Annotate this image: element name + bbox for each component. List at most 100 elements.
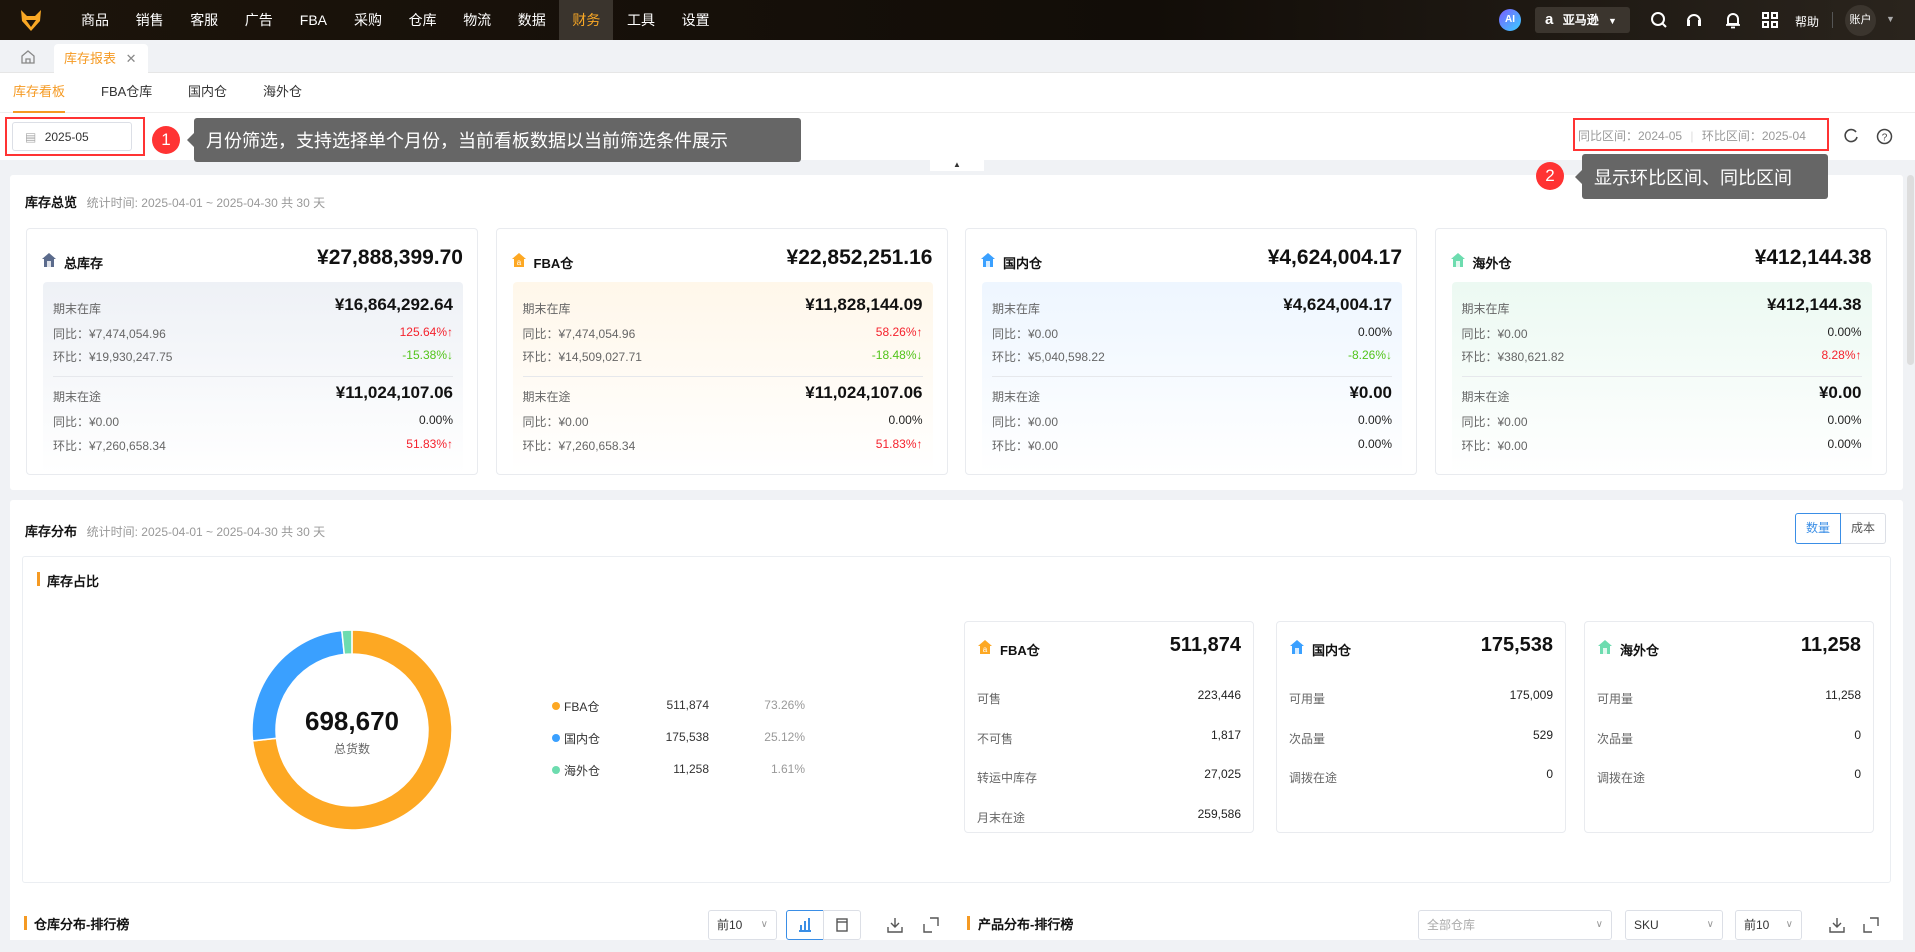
metric-value: 259,586 (1197, 806, 1241, 821)
warehouse-icon (1597, 639, 1613, 658)
month-picker[interactable]: ▤ 2025-05 (12, 122, 132, 151)
compare-pct: 125.64%↑ (399, 325, 453, 339)
nav-item[interactable]: 财务 (559, 0, 614, 40)
month-value: 2025-05 (44, 130, 89, 144)
home-icon[interactable] (20, 49, 36, 65)
divider (53, 376, 453, 377)
card-detail: 期末在库 ¥16,864,292.64 同比：¥7,474,054.96 125.64… (43, 282, 463, 474)
accent-bar (967, 916, 970, 930)
product-rank-title: 产品分布-排行榜 (978, 917, 1074, 932)
stock-value: ¥412,144.38 (1766, 295, 1862, 314)
metric-label: 月末在途 (977, 810, 1026, 825)
tooltip-text: 月份筛选，支持选择单个月份，当前看板数据以当前筛选条件展示 (206, 131, 728, 151)
nav-item[interactable]: 广告 (232, 0, 286, 40)
nav-item[interactable]: 商品 (68, 0, 122, 40)
dimension-select[interactable]: SKU ∨ (1625, 910, 1723, 940)
nav-item[interactable]: 采购 (341, 0, 395, 40)
compare-label: 环比：¥380,621.82 (1461, 350, 1565, 364)
compare-pct: 0.00% (418, 413, 453, 427)
legend-name: 国内仓 (564, 732, 601, 746)
refresh-icon[interactable] (1843, 128, 1859, 144)
legend-item[interactable]: 海外仓 11,258 1.61% (552, 762, 822, 780)
distribution-card: a FBA仓 511,874 可售 223,446 不可售 1,817 转运中库存 27,025… (964, 621, 1254, 833)
metric-value: 1,817 (1210, 727, 1241, 742)
metric-toggle: 数量 成本 (1795, 513, 1886, 544)
app-logo[interactable] (18, 7, 44, 33)
sub-tabs: 库存看板 FBA仓库 国内仓 海外仓 (0, 73, 1915, 113)
toggle-quantity[interactable]: 数量 (1795, 513, 1841, 544)
subtab-domestic[interactable]: 国内仓 (188, 73, 227, 111)
select-value: 前10 (1744, 918, 1770, 932)
card-total: ¥22,852,251.16 (786, 246, 933, 269)
bar-chart-view-button[interactable] (786, 910, 824, 940)
subtab-overseas[interactable]: 海外仓 (263, 73, 302, 111)
card-detail: 期末在库 ¥4,624,004.17 同比：¥0.00 0.00% 环比：¥5,040,… (982, 282, 1402, 474)
warehouse-filter-select[interactable]: 全部仓库 ∨ (1418, 910, 1612, 940)
metric-label: 可用量 (1597, 692, 1634, 706)
select-value: SKU (1634, 918, 1659, 932)
nav-item[interactable]: 仓库 (396, 0, 450, 40)
card-detail: 期末在库 ¥412,144.38 同比：¥0.00 0.00% 环比：¥380,621.… (1451, 282, 1872, 474)
download-icon[interactable] (886, 916, 904, 934)
legend-item[interactable]: FBA仓 511,874 73.26% (552, 698, 822, 716)
metric-value: 529 (1532, 727, 1553, 742)
stock-value: ¥11,828,144.09 (805, 295, 923, 314)
overview-card: a FBA仓 ¥22,852,251.16 期末在库 ¥11,828,144.09 同比：… (495, 228, 948, 475)
card-total: ¥412,144.38 (1754, 246, 1872, 269)
card-total: ¥27,888,399.70 (317, 246, 463, 269)
compare-label: 同比：¥7,474,054.96 (53, 327, 166, 341)
metric-label: 次品量 (1289, 731, 1326, 746)
help-icon[interactable]: ? (1876, 128, 1893, 145)
legend-item[interactable]: 国内仓 175,538 25.12% (552, 730, 822, 748)
warehouse-top-select[interactable]: 前10 ∨ (708, 910, 777, 940)
overview-card: 总库存 ¥27,888,399.70 期末在库 ¥16,864,292.64 同比：¥7… (26, 228, 478, 475)
metric-label: 次品量 (1597, 731, 1634, 746)
inventory-distribution-panel: 库存分布 统计时间: 2025-04-01 ~ 2025-04-30 共 30 … (10, 500, 1903, 952)
subtab-dashboard[interactable]: 库存看板 (13, 73, 66, 113)
scrollbar[interactable] (1907, 175, 1914, 365)
accent-bar (24, 916, 27, 930)
donut-slice-2[interactable] (341, 629, 353, 656)
nav-item[interactable]: 销售 (123, 0, 177, 40)
card-title: 总库存 (64, 256, 104, 271)
table-view-button[interactable] (823, 910, 861, 940)
help-link[interactable]: 帮助 (1795, 13, 1819, 30)
bell-icon[interactable] (1724, 11, 1742, 29)
search-icon[interactable] (1650, 11, 1668, 29)
caret-down-icon[interactable]: ▼ (1886, 14, 1895, 24)
nav-item[interactable]: 数据 (505, 0, 559, 40)
transit-value: ¥0.00 (1349, 383, 1392, 402)
compare-label: 同比：¥0.00 (1461, 415, 1528, 429)
inventory-overview-panel: 库存总览 统计时间: 2025-04-01 ~ 2025-04-30 共 30 … (10, 175, 1903, 490)
headset-icon[interactable] (1685, 11, 1703, 29)
page-tab-bar: 库存报表 ✕ (0, 40, 1915, 73)
nav-item[interactable]: 设置 (669, 0, 723, 40)
collapse-toggle[interactable]: ▲ (930, 158, 984, 171)
card-total: 11,258 (1800, 634, 1861, 656)
nav-item[interactable]: 物流 (450, 0, 504, 40)
transit-value: ¥11,024,107.06 (805, 383, 923, 402)
nav-item[interactable]: 客服 (177, 0, 231, 40)
compare-pct: 8.28%↑ (1821, 348, 1862, 362)
close-icon[interactable]: ✕ (126, 51, 137, 66)
nav-item[interactable]: FBA (286, 0, 340, 40)
tab-inventory-report[interactable]: 库存报表 ✕ (54, 44, 148, 73)
ai-button[interactable]: AI (1499, 9, 1521, 31)
fullscreen-icon[interactable] (1862, 916, 1880, 934)
card-total: 175,538 (1480, 634, 1553, 656)
fullscreen-icon[interactable] (922, 916, 940, 934)
apps-grid-icon[interactable] (1761, 11, 1779, 29)
compare-pct: -18.48%↓ (871, 348, 923, 362)
subtab-fba[interactable]: FBA仓库 (101, 73, 152, 111)
store-selector[interactable]: a 亚马逊 ▼ (1535, 7, 1630, 33)
nav-item[interactable]: 工具 (614, 0, 668, 40)
account-avatar[interactable]: 账户 (1845, 5, 1876, 36)
compare-label: 同比：¥0.00 (992, 327, 1059, 341)
tooltip-text: 显示环比区间、同比区间 (1594, 167, 1792, 188)
section-period: 统计时间: 2025-04-01 ~ 2025-04-30 共 30 天 (86, 196, 326, 210)
product-top-select[interactable]: 前10 ∨ (1735, 910, 1802, 940)
legend-value: 511,874 (666, 698, 710, 712)
top-navigation: 商品 销售 客服 广告 FBA 采购 仓库 物流 数据 财务 工具 设置 AI a 亚马逊 ▼ 帮助 … (0, 0, 1915, 40)
toggle-cost[interactable]: 成本 (1841, 513, 1886, 544)
download-icon[interactable] (1828, 916, 1846, 934)
